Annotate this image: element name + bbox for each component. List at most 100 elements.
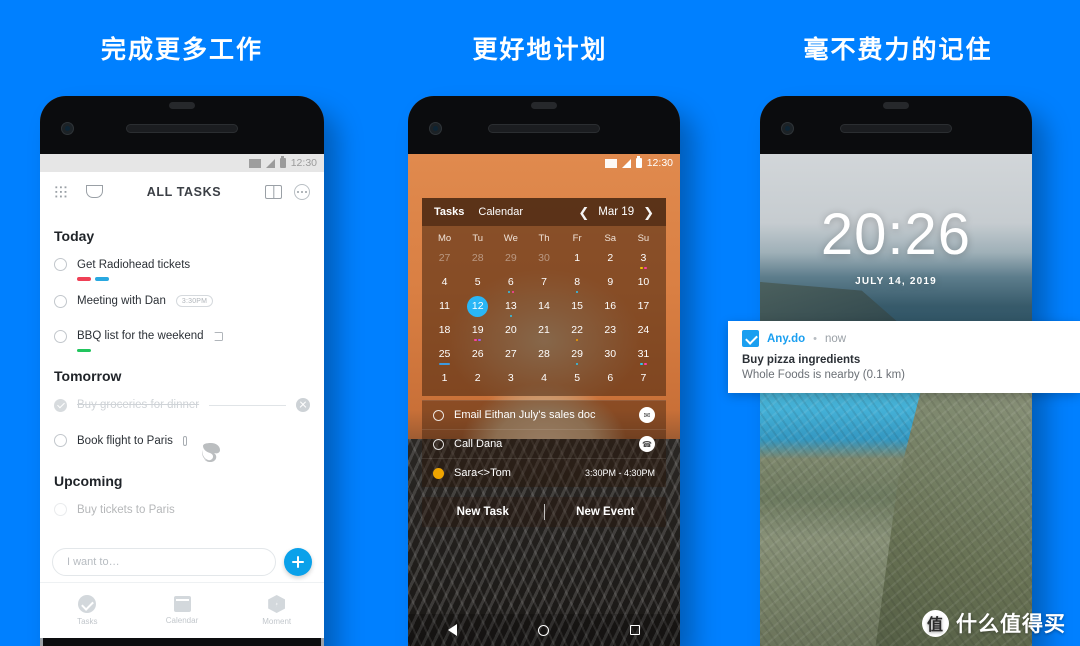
tab-tasks[interactable]: Tasks	[40, 595, 135, 626]
task-input[interactable]: I want to…	[52, 548, 276, 576]
calendar-day[interactable]: 20	[494, 318, 527, 342]
event-dot	[511, 290, 515, 293]
android-navbar	[408, 614, 680, 646]
calendar-day[interactable]: 22	[561, 318, 594, 342]
calendar-day[interactable]: 5	[561, 366, 594, 390]
recents-icon[interactable]	[629, 625, 640, 635]
calendar-day[interactable]: 16	[594, 294, 627, 318]
weekday-label: Fr	[572, 233, 582, 244]
weekday-label: Mo	[437, 233, 452, 244]
event-dot	[509, 314, 513, 317]
calendar-day[interactable]: 7	[527, 270, 560, 294]
tab-tasks[interactable]: Tasks	[434, 206, 464, 218]
calendar-day[interactable]: 11	[428, 294, 461, 318]
calendar-day[interactable]: 7	[627, 366, 660, 390]
task-label: Buy tickets to Paris	[77, 503, 175, 516]
calendar-day[interactable]: 26	[461, 342, 494, 366]
task-row[interactable]: Email Eithan July's sales doc ✉	[422, 400, 666, 429]
calendar-day[interactable]: 14	[527, 294, 560, 318]
calendar-day[interactable]: 12	[461, 294, 494, 318]
calendar-day[interactable]: 23	[594, 318, 627, 342]
calendar-day[interactable]: 18	[428, 318, 461, 342]
calendar-day[interactable]: 28	[461, 246, 494, 270]
calendar-day[interactable]: 27	[494, 342, 527, 366]
calendar-panel: Tasks Calendar ❮ Mar 19 ❯ Mo Tu We Th Fr Sa Su…	[422, 198, 666, 396]
calendar-day[interactable]: 17	[627, 294, 660, 318]
more-icon[interactable]	[294, 184, 310, 200]
task-checkbox[interactable]	[54, 503, 67, 516]
event-row[interactable]: Sara<>Tom 3:30PM - 4:30PM	[422, 458, 666, 487]
wifi-icon	[604, 158, 617, 168]
task-row[interactable]: Call Dana ☎	[422, 429, 666, 458]
task-label: Meeting with Dan	[77, 295, 166, 307]
phone1-statusbar: 12:30	[40, 154, 324, 172]
calendar-day[interactable]: 3	[627, 246, 660, 270]
calendar-day[interactable]: 10	[627, 270, 660, 294]
tab-calendar[interactable]: Calendar	[135, 596, 230, 625]
calendar-day-number: 18	[438, 324, 451, 336]
calendar-day[interactable]: 5	[461, 270, 494, 294]
task-row[interactable]: Meeting with Dan 3:30PM	[54, 294, 310, 308]
calendar-day[interactable]: 3	[494, 366, 527, 390]
new-event-button[interactable]: New Event	[545, 506, 667, 518]
calendar-day[interactable]: 19	[461, 318, 494, 342]
mail-icon[interactable]: ✉	[639, 407, 655, 423]
calendar-day[interactable]: 2	[461, 366, 494, 390]
book-icon[interactable]	[265, 185, 282, 199]
grid-icon[interactable]	[54, 185, 68, 199]
calendar-day[interactable]: 30	[527, 246, 560, 270]
task-checkbox[interactable]	[433, 409, 444, 421]
calendar-day[interactable]: 9	[594, 270, 627, 294]
task-row-completed[interactable]: Buy groceries for dinner	[54, 398, 310, 412]
calendar-day[interactable]: 29	[494, 246, 527, 270]
task-row[interactable]: BBQ list for the weekend	[54, 329, 310, 343]
calendar-day[interactable]: 6	[594, 366, 627, 390]
calendar-day[interactable]: 30	[594, 342, 627, 366]
task-checkbox[interactable]	[54, 294, 67, 308]
chevron-right-icon[interactable]: ❯	[643, 206, 654, 219]
new-task-button[interactable]: New Task	[422, 506, 544, 518]
calendar-day-number: 30	[604, 348, 617, 360]
basket-icon[interactable]	[85, 184, 103, 198]
home-icon[interactable]	[537, 624, 549, 636]
calendar-day[interactable]: 15	[561, 294, 594, 318]
calendar-day[interactable]: 4	[428, 270, 461, 294]
calendar-day[interactable]: 1	[428, 366, 461, 390]
task-checkbox[interactable]	[54, 434, 67, 447]
task-checkbox-checked[interactable]	[54, 398, 67, 412]
back-icon[interactable]	[448, 624, 458, 636]
calendar-day[interactable]: 6	[494, 270, 527, 294]
delete-icon[interactable]	[296, 398, 310, 412]
calendar-day[interactable]: 4	[527, 366, 560, 390]
task-row[interactable]: Get Radiohead tickets	[54, 258, 310, 271]
phone2-screen: 12:30 Tasks Calendar ❮ Mar 19 ❯ Mo Tu We Th…	[408, 154, 680, 646]
calendar-day[interactable]: 24	[627, 318, 660, 342]
task-row[interactable]: Buy tickets to Paris	[54, 503, 310, 516]
chevron-left-icon[interactable]: ❮	[578, 206, 589, 219]
add-task-button[interactable]	[284, 548, 312, 576]
calendar-day[interactable]: 28	[527, 342, 560, 366]
calendar-day[interactable]: 8	[561, 270, 594, 294]
calendar-day-number: 2	[607, 252, 614, 264]
repeat-icon	[213, 331, 223, 341]
tab-moment[interactable]: Moment	[229, 595, 324, 626]
calendar-day[interactable]: 31	[627, 342, 660, 366]
clock-date: JULY 14, 2019	[855, 276, 937, 287]
tab-calendar[interactable]: Calendar	[478, 206, 523, 218]
tag-blue	[95, 277, 109, 281]
phone-icon[interactable]: ☎	[639, 436, 655, 452]
task-row[interactable]: Book flight to Paris	[54, 434, 310, 447]
calendar-day[interactable]: 13	[494, 294, 527, 318]
task-checkbox[interactable]	[54, 329, 67, 343]
calendar-day[interactable]: 21	[527, 318, 560, 342]
notification-card[interactable]: Any.do • now Buy pizza ingredients Whole…	[728, 321, 1080, 393]
calendar-day[interactable]: 2	[594, 246, 627, 270]
calendar-day[interactable]: 29	[561, 342, 594, 366]
calendar-day[interactable]: 27	[428, 246, 461, 270]
section-title-today: Today	[54, 228, 95, 244]
earpiece-speaker	[489, 125, 599, 132]
calendar-day[interactable]: 25	[428, 342, 461, 366]
task-checkbox[interactable]	[433, 438, 444, 450]
calendar-day[interactable]: 1	[561, 246, 594, 270]
task-checkbox[interactable]	[54, 258, 67, 271]
